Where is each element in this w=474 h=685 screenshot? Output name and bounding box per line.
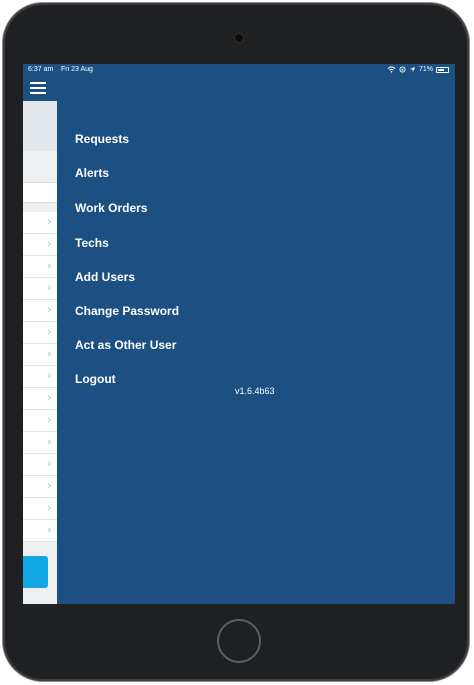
chevron-right-icon: › (47, 480, 51, 492)
lock-rotation-icon (399, 66, 406, 73)
list-item[interactable]: › (23, 410, 57, 432)
background-list: › › › › › › › › › › › › › › › (23, 212, 57, 542)
chevron-right-icon: › (47, 216, 51, 228)
top-bar (23, 75, 57, 101)
chevron-right-icon: › (47, 414, 51, 426)
list-item[interactable]: › (23, 212, 57, 234)
list-item[interactable]: › (23, 344, 57, 366)
list-item[interactable]: › (23, 322, 57, 344)
location-icon (409, 66, 416, 73)
hamburger-icon[interactable] (30, 82, 46, 94)
chevron-right-icon: › (47, 348, 51, 360)
list-item[interactable]: › (23, 454, 57, 476)
tablet-frame: 6:37 am Fri 23 Aug 71% › › › › › › › › ›… (3, 3, 469, 681)
list-item[interactable]: › (23, 432, 57, 454)
chevron-right-icon: › (47, 436, 51, 448)
chevron-right-icon: › (47, 502, 51, 514)
chevron-right-icon: › (47, 282, 51, 294)
menu-item-logout[interactable]: Logout (75, 371, 116, 387)
background-search-field (23, 182, 57, 203)
chevron-right-icon: › (47, 458, 51, 470)
battery-percent: 71% (418, 66, 433, 73)
home-button[interactable] (217, 619, 261, 663)
menu-item-techs[interactable]: Techs (75, 235, 109, 251)
list-item[interactable]: › (23, 366, 57, 388)
list-item[interactable]: › (23, 256, 57, 278)
background-action-button (23, 556, 48, 588)
chevron-right-icon: › (47, 524, 51, 536)
status-date: Fri 23 Aug (61, 66, 93, 73)
chevron-right-icon: › (47, 260, 51, 272)
list-item[interactable]: › (23, 388, 57, 410)
navigation-drawer: Requests Alerts Work Orders Techs Add Us… (57, 75, 455, 604)
menu-item-add-users[interactable]: Add Users (75, 269, 135, 285)
app-version: v1.6.4b63 (235, 386, 275, 396)
status-time: 6:37 am (28, 66, 54, 73)
list-item[interactable]: › (23, 498, 57, 520)
wifi-icon (387, 66, 396, 73)
menu-item-work-orders[interactable]: Work Orders (75, 200, 147, 216)
menu-item-alerts[interactable]: Alerts (75, 165, 109, 181)
list-item[interactable]: › (23, 476, 57, 498)
battery-icon (436, 66, 449, 73)
status-bar: 6:37 am Fri 23 Aug 71% (23, 64, 455, 75)
screen: 6:37 am Fri 23 Aug 71% › › › › › › › › ›… (23, 64, 455, 604)
status-indicators: 71% (387, 64, 449, 75)
menu-item-requests[interactable]: Requests (75, 131, 129, 147)
front-camera (235, 34, 243, 42)
list-item[interactable]: › (23, 278, 57, 300)
list-item[interactable]: › (23, 234, 57, 256)
list-item[interactable]: › (23, 300, 57, 322)
chevron-right-icon: › (47, 238, 51, 250)
chevron-right-icon: › (47, 370, 51, 382)
menu-item-change-password[interactable]: Change Password (75, 303, 179, 319)
chevron-right-icon: › (47, 304, 51, 316)
chevron-right-icon: › (47, 392, 51, 404)
background-header (23, 101, 57, 151)
list-item[interactable]: › (23, 520, 57, 542)
menu-item-act-as-other-user[interactable]: Act as Other User (75, 337, 176, 353)
chevron-right-icon: › (47, 326, 51, 338)
